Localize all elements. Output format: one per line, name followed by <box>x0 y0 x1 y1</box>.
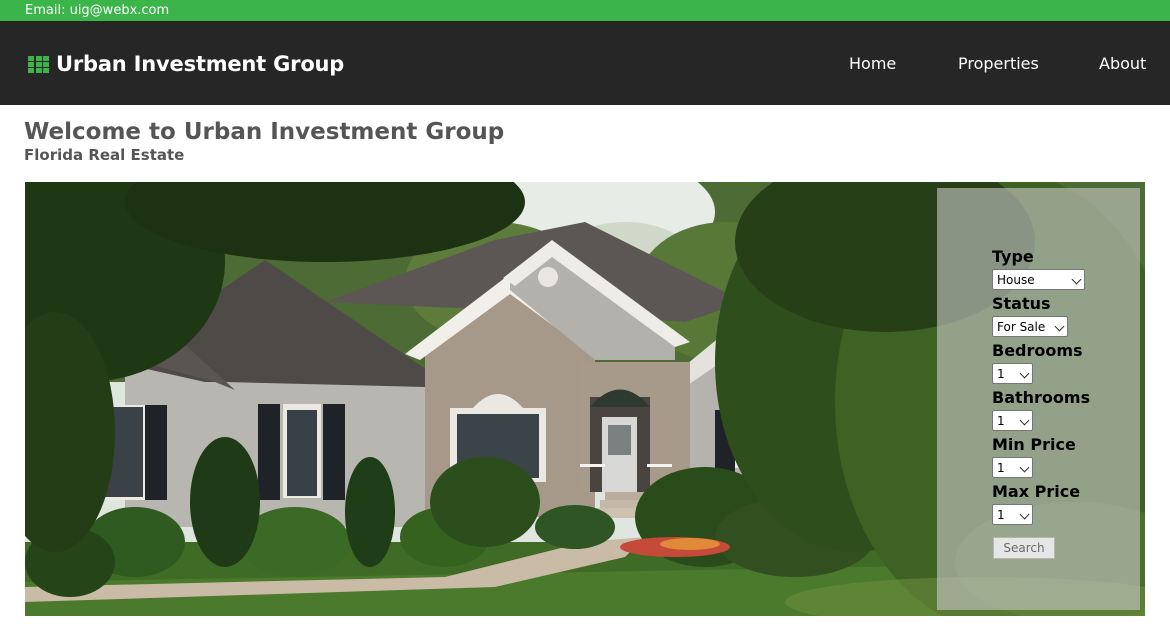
chevron-down-icon <box>1016 505 1032 524</box>
bedrooms-select[interactable]: 1 <box>992 363 1033 384</box>
type-label: Type <box>992 247 1034 266</box>
min-price-select-value: 1 <box>997 461 1005 475</box>
top-contact-bar: Email: uig@webx.com <box>0 0 1170 21</box>
chevron-down-icon <box>1051 317 1067 336</box>
type-select[interactable]: House <box>992 269 1085 290</box>
max-price-label: Max Price <box>992 482 1081 501</box>
chevron-down-icon <box>1016 458 1032 477</box>
brand-logo-link[interactable]: Urban Investment Group <box>28 51 344 77</box>
bathrooms-select[interactable]: 1 <box>992 410 1033 431</box>
status-select-value: For Sale <box>997 320 1046 334</box>
max-price-select[interactable]: 1 <box>992 504 1033 525</box>
chevron-down-icon <box>1016 411 1032 430</box>
status-select[interactable]: For Sale <box>992 316 1068 337</box>
page-title: Welcome to Urban Investment Group <box>24 119 505 145</box>
brand-name: Urban Investment Group <box>56 52 345 76</box>
grid-icon <box>28 55 49 73</box>
max-price-select-value: 1 <box>997 508 1005 522</box>
bedrooms-label: Bedrooms <box>992 341 1083 360</box>
type-select-value: House <box>997 273 1035 287</box>
bathrooms-label: Bathrooms <box>992 388 1091 407</box>
chevron-down-icon <box>1016 364 1032 383</box>
min-price-label: Min Price <box>992 435 1076 454</box>
nav-properties[interactable]: Properties <box>958 54 1039 73</box>
page-subtitle: Florida Real Estate <box>24 146 185 164</box>
chevron-down-icon <box>1068 270 1084 289</box>
nav-about[interactable]: About <box>1099 54 1146 73</box>
search-button[interactable]: Search <box>993 537 1055 559</box>
nav-home[interactable]: Home <box>849 54 896 73</box>
main-navbar: Urban Investment Group Home Properties A… <box>0 21 1170 105</box>
bedrooms-select-value: 1 <box>997 367 1005 381</box>
status-label: Status <box>992 294 1051 313</box>
contact-email: Email: uig@webx.com <box>25 3 170 18</box>
min-price-select[interactable]: 1 <box>992 457 1033 478</box>
bathrooms-select-value: 1 <box>997 414 1005 428</box>
